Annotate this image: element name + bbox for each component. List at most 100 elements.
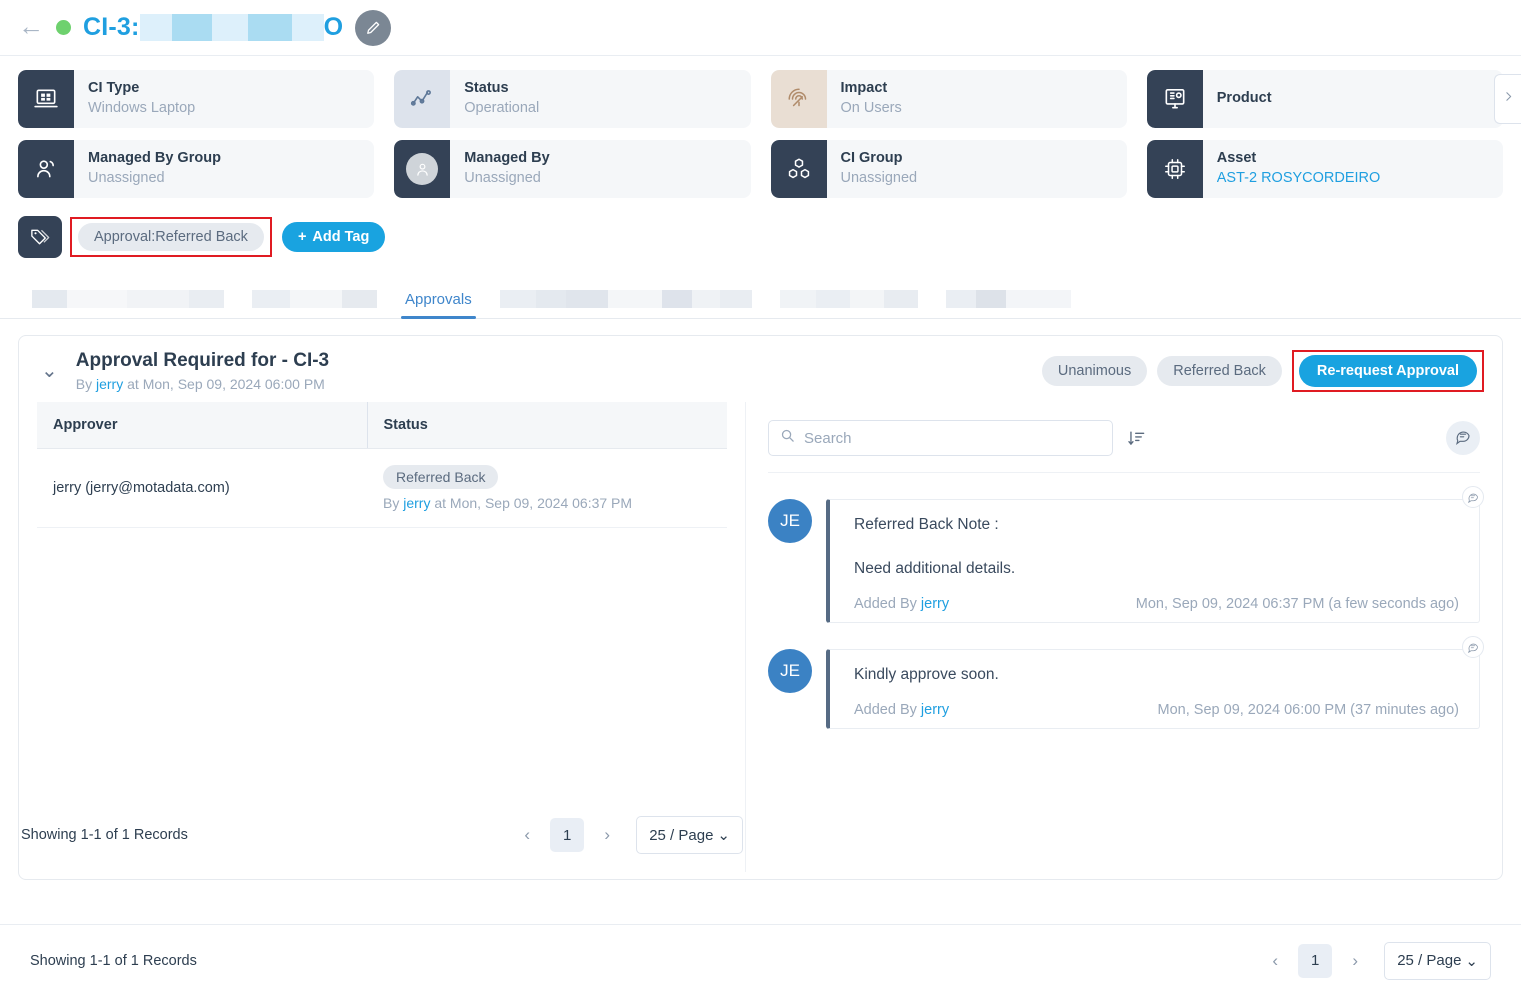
- card-body: Impact On Users: [827, 70, 916, 128]
- footer-records-count: Showing 1-1 of 1 Records: [30, 953, 197, 969]
- back-arrow-icon[interactable]: ←: [18, 13, 44, 42]
- status-badge: Referred Back: [383, 465, 498, 489]
- detail-tabs: Approvals: [0, 258, 1521, 319]
- card-value: On Users: [841, 99, 902, 119]
- card-body: Asset AST-2 ROSYCORDEIRO: [1203, 140, 1395, 198]
- card-label: Impact: [841, 79, 902, 99]
- avatar: JE: [768, 649, 812, 693]
- tab-approvals[interactable]: Approvals: [391, 284, 486, 318]
- redacted-label: [946, 290, 1071, 308]
- add-comment-button[interactable]: [1446, 421, 1480, 455]
- redacted-label: [500, 290, 752, 308]
- page-size-select[interactable]: 25 / Page ⌄: [1384, 942, 1491, 980]
- card-value-link[interactable]: AST-2 ROSYCORDEIRO: [1217, 169, 1381, 189]
- note-added-by-user[interactable]: jerry: [921, 702, 949, 718]
- page-number-1[interactable]: 1: [1298, 944, 1332, 978]
- tab-redacted-4[interactable]: [766, 284, 932, 318]
- tag-highlight-box: Approval:Referred Back: [70, 217, 272, 257]
- notes-section: JE Referred Back Note : Need additional …: [745, 402, 1502, 872]
- card-body: CI Group Unassigned: [827, 140, 932, 198]
- table-header-row: Approver Status: [37, 402, 727, 449]
- comment-icon: [1454, 427, 1472, 450]
- sort-descending-icon[interactable]: [1127, 429, 1146, 448]
- approver-section: Approver Status jerry (jerry@motadata.co…: [19, 402, 745, 872]
- tag-chip-approval[interactable]: Approval:Referred Back: [78, 223, 264, 251]
- tag-icon: [18, 216, 62, 258]
- card-body: CI Type Windows Laptop: [74, 70, 209, 128]
- page-header: ← CI-3: O: [0, 0, 1521, 56]
- column-approver: Approver: [37, 402, 367, 449]
- approval-panel-body: Approver Status jerry (jerry@motadata.co…: [19, 402, 1502, 872]
- card-value: Unassigned: [88, 169, 221, 189]
- chevron-down-icon[interactable]: ⌄: [37, 361, 62, 381]
- approver-table-body: jerry (jerry@motadata.com) Referred Back…: [37, 449, 727, 528]
- card-label: Managed By: [464, 149, 549, 169]
- approver-pagination: Showing 1-1 of 1 Records ‹ 1 › 25 / Page…: [19, 816, 745, 854]
- approver-table: Approver Status jerry (jerry@motadata.co…: [37, 402, 727, 528]
- card-label: Status: [464, 79, 539, 99]
- chevron-down-icon: ⌄: [717, 826, 730, 844]
- chevron-right-icon: [1502, 90, 1515, 108]
- card-asset[interactable]: Asset AST-2 ROSYCORDEIRO: [1147, 140, 1503, 198]
- card-value: Unassigned: [464, 169, 549, 189]
- re-request-approval-button[interactable]: Re-request Approval: [1299, 355, 1477, 387]
- tab-redacted-3[interactable]: [486, 284, 766, 318]
- card-managed-by-group[interactable]: Managed By Group Unassigned: [18, 140, 374, 198]
- page-size-label: 25 / Page: [1397, 952, 1461, 969]
- monitor-icon: [1147, 70, 1203, 128]
- user-avatar-icon: [394, 140, 450, 198]
- tab-redacted-1[interactable]: [18, 284, 238, 318]
- card-status[interactable]: Status Operational: [394, 70, 750, 128]
- chevron-left-icon[interactable]: ‹: [1262, 948, 1288, 974]
- ci-info-cards: CI Type Windows Laptop Status Operationa…: [0, 56, 1521, 198]
- card-managed-by[interactable]: Managed By Unassigned: [394, 140, 750, 198]
- page-size-select[interactable]: 25 / Page ⌄: [636, 816, 743, 854]
- card-impact[interactable]: Impact On Users: [771, 70, 1127, 128]
- cell-status: Referred Back By jerry at Mon, Sep 09, 2…: [367, 449, 727, 528]
- pencil-icon[interactable]: [355, 10, 391, 46]
- table-row: jerry (jerry@motadata.com) Referred Back…: [37, 449, 727, 528]
- card-label: Asset: [1217, 149, 1381, 169]
- approval-panel-header: ⌄ Approval Required for - CI-3 By jerry …: [19, 336, 1502, 402]
- tab-label: Approvals: [405, 291, 472, 308]
- note-item: JE Referred Back Note : Need additional …: [768, 499, 1480, 623]
- add-tag-button[interactable]: + Add Tag: [282, 222, 385, 252]
- cards-scroll-next-button[interactable]: [1494, 74, 1521, 124]
- approval-header-right: Unanimous Referred Back Re-request Appro…: [1042, 350, 1484, 392]
- redacted-label: [252, 290, 377, 308]
- note-added-by: Added By jerry: [854, 702, 949, 718]
- note-added-by-user[interactable]: jerry: [921, 596, 949, 612]
- approval-sub-user[interactable]: jerry: [96, 376, 123, 392]
- approval-title: Approval Required for - CI-3: [76, 350, 329, 372]
- approver-table-head: Approver Status: [37, 402, 727, 449]
- card-product[interactable]: Product: [1147, 70, 1503, 128]
- status-by-user[interactable]: jerry: [403, 495, 430, 511]
- chevron-left-icon[interactable]: ‹: [514, 822, 540, 848]
- search-input[interactable]: [804, 430, 1101, 447]
- approval-sub-at: at Mon, Sep 09, 2024 06:00 PM: [127, 376, 325, 392]
- card-ci-type[interactable]: CI Type Windows Laptop: [18, 70, 374, 128]
- page-title: CI-3: O: [83, 10, 391, 46]
- cards-grid: CI Type Windows Laptop Status Operationa…: [18, 70, 1503, 198]
- pill-unanimous: Unanimous: [1042, 356, 1147, 386]
- card-label: Product: [1217, 89, 1272, 109]
- card-ci-group[interactable]: CI Group Unassigned: [771, 140, 1127, 198]
- chevron-right-icon[interactable]: ›: [594, 822, 620, 848]
- card-body: Managed By Group Unassigned: [74, 140, 235, 198]
- card-body: Managed By Unassigned: [450, 140, 563, 198]
- tab-redacted-5[interactable]: [932, 284, 1085, 318]
- approval-panel: ⌄ Approval Required for - CI-3 By jerry …: [18, 335, 1503, 880]
- note-added-by-label: Added By: [854, 596, 917, 612]
- note-card: Referred Back Note : Need additional det…: [826, 499, 1480, 623]
- chevron-right-icon[interactable]: ›: [1342, 948, 1368, 974]
- pager-controls: ‹ 1 › 25 / Page ⌄: [514, 816, 743, 854]
- search-input-wrapper[interactable]: [768, 420, 1113, 456]
- page-size-label: 25 / Page: [649, 827, 713, 844]
- approval-header-left: ⌄ Approval Required for - CI-3 By jerry …: [37, 350, 329, 392]
- approval-subtitle: By jerry at Mon, Sep 09, 2024 06:00 PM: [76, 376, 329, 392]
- tab-redacted-2[interactable]: [238, 284, 391, 318]
- card-value: Operational: [464, 99, 539, 119]
- note-footer: Added By jerry Mon, Sep 09, 2024 06:37 P…: [854, 596, 1459, 612]
- note-timestamp: Mon, Sep 09, 2024 06:00 PM (37 minutes a…: [1158, 702, 1459, 718]
- page-number-1[interactable]: 1: [550, 818, 584, 852]
